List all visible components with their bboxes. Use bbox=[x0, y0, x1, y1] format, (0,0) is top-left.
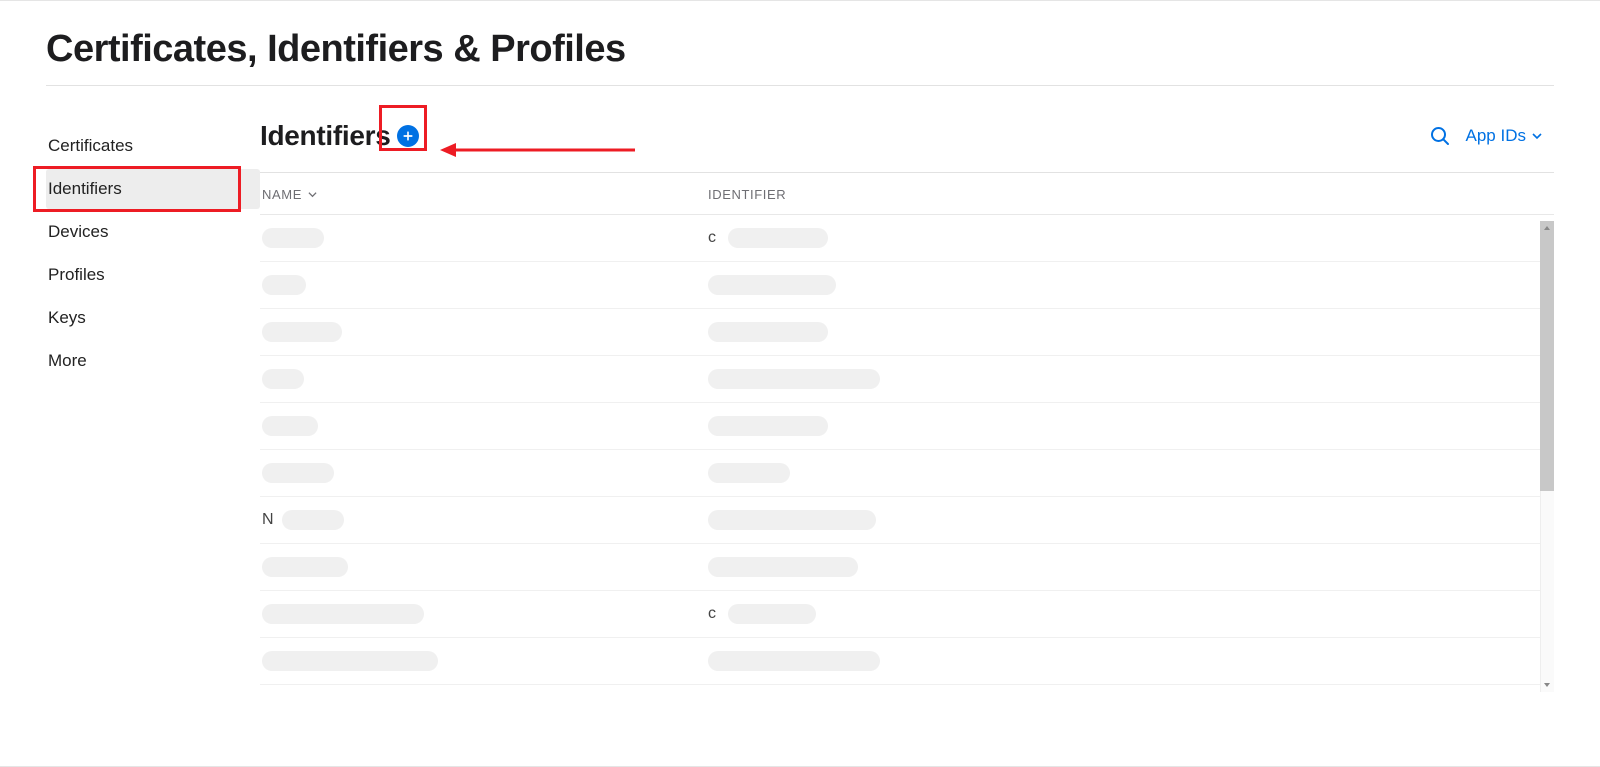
sidebar-item-certificates[interactable]: Certificates bbox=[46, 126, 260, 166]
main-panel: Identifiers App IDs bbox=[260, 126, 1554, 692]
filter-dropdown[interactable]: App IDs bbox=[1466, 126, 1542, 146]
cell-name bbox=[260, 416, 708, 436]
search-icon[interactable] bbox=[1428, 124, 1452, 148]
cell-identifier bbox=[708, 369, 1554, 389]
cell-name bbox=[260, 275, 708, 295]
column-header-name[interactable]: NAME bbox=[260, 187, 708, 202]
column-header-name-label: NAME bbox=[262, 187, 302, 202]
sort-down-icon bbox=[308, 187, 317, 202]
table-row[interactable]: c bbox=[260, 591, 1554, 638]
cell-name bbox=[260, 463, 708, 483]
section-title: Identifiers bbox=[260, 120, 391, 152]
top-divider bbox=[0, 0, 1600, 1]
cell-name bbox=[260, 228, 708, 248]
sidebar-item-identifiers[interactable]: Identifiers bbox=[46, 169, 260, 209]
page-title: Certificates, Identifiers & Profiles bbox=[46, 28, 1554, 86]
sidebar-item-profiles[interactable]: Profiles bbox=[46, 255, 260, 295]
cell-identifier bbox=[708, 416, 1554, 436]
sidebar-item-devices[interactable]: Devices bbox=[46, 212, 260, 252]
column-header-identifier-label: IDENTIFIER bbox=[708, 187, 786, 202]
sidebar-item-more[interactable]: More bbox=[46, 341, 260, 381]
table-row[interactable]: c bbox=[260, 215, 1554, 262]
cell-identifier: c bbox=[708, 228, 1554, 248]
cell-identifier bbox=[708, 510, 1554, 530]
cell-name bbox=[260, 557, 708, 577]
identifiers-table: NAME IDENTIFIER c Nc bbox=[260, 172, 1554, 692]
cell-name: N bbox=[260, 510, 708, 530]
scroll-down-icon[interactable] bbox=[1543, 680, 1551, 688]
table-row[interactable] bbox=[260, 638, 1554, 685]
sidebar-item-keys[interactable]: Keys bbox=[46, 298, 260, 338]
cell-name bbox=[260, 604, 708, 624]
chevron-down-icon bbox=[1532, 126, 1542, 146]
cell-name bbox=[260, 651, 708, 671]
sidebar: CertificatesIdentifiersDevicesProfilesKe… bbox=[46, 126, 260, 384]
table-row[interactable] bbox=[260, 356, 1554, 403]
cell-identifier bbox=[708, 463, 1554, 483]
cell-identifier bbox=[708, 557, 1554, 577]
table-row[interactable] bbox=[260, 262, 1554, 309]
scrollbar-thumb[interactable] bbox=[1540, 221, 1554, 491]
cell-name bbox=[260, 369, 708, 389]
table-row[interactable] bbox=[260, 309, 1554, 356]
scroll-up-icon[interactable] bbox=[1543, 225, 1551, 233]
table-row[interactable]: N bbox=[260, 497, 1554, 544]
column-header-identifier[interactable]: IDENTIFIER bbox=[708, 187, 1554, 202]
cell-identifier: c bbox=[708, 604, 1554, 624]
cell-identifier bbox=[708, 651, 1554, 671]
add-identifier-button[interactable] bbox=[397, 125, 419, 147]
filter-label: App IDs bbox=[1466, 126, 1526, 146]
table-row[interactable] bbox=[260, 544, 1554, 591]
table-row[interactable] bbox=[260, 450, 1554, 497]
table-row[interactable] bbox=[260, 403, 1554, 450]
cell-identifier bbox=[708, 322, 1554, 342]
cell-name bbox=[260, 322, 708, 342]
cell-identifier bbox=[708, 275, 1554, 295]
